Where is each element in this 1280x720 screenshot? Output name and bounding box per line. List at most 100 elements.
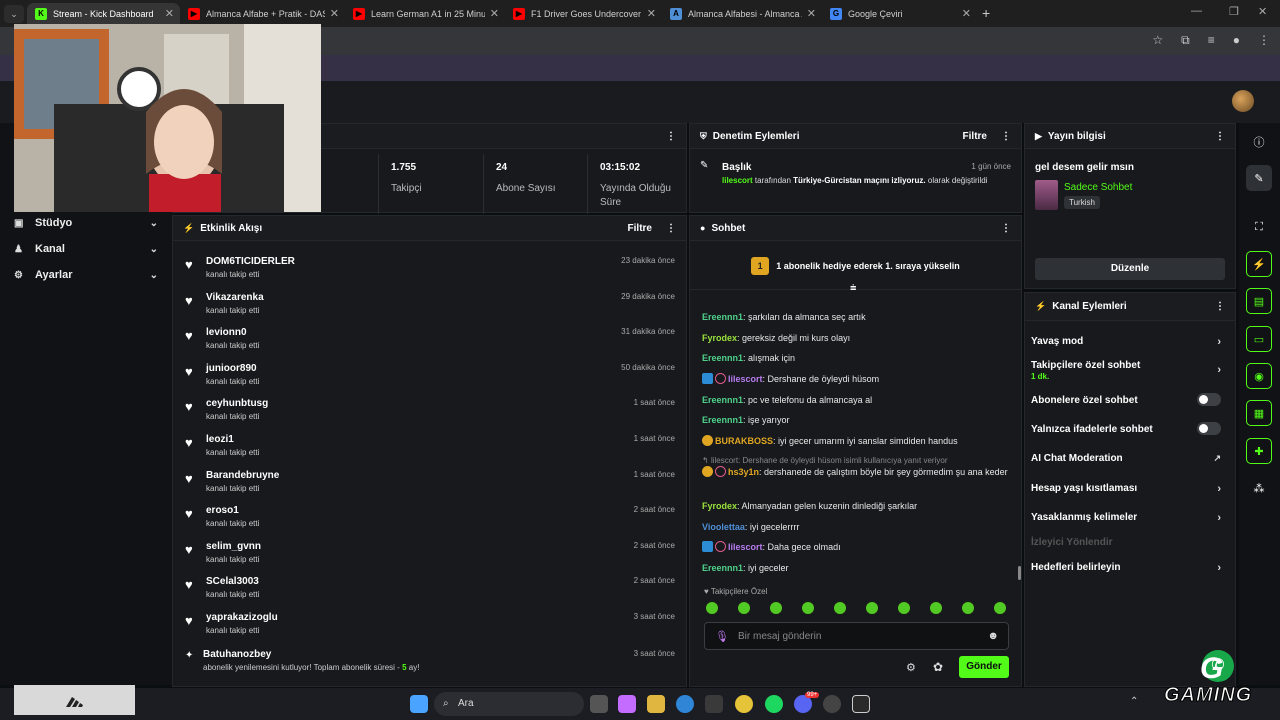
info-icon[interactable]: ⓘ bbox=[1246, 129, 1272, 155]
chat-username[interactable]: Ereennn1 bbox=[702, 415, 743, 425]
maximize-icon[interactable]: ❐ bbox=[1229, 5, 1239, 18]
broadcast-icon[interactable]: ◉ bbox=[1246, 363, 1272, 389]
emote-icon[interactable] bbox=[834, 602, 846, 614]
nav-item-studio[interactable]: ▣ Stüdyo ⌄ bbox=[14, 213, 164, 233]
more-options-icon[interactable]: ⋮ bbox=[666, 223, 676, 234]
browser-tab[interactable]: K Stream - Kick Dashboard ✕ bbox=[27, 3, 180, 25]
tab-close-icon[interactable]: ✕ bbox=[807, 7, 816, 20]
layout-icon[interactable]: ▦ bbox=[1246, 400, 1272, 426]
chat-username[interactable]: Fyrodex bbox=[702, 333, 737, 343]
more-options-icon[interactable]: ⋮ bbox=[1001, 131, 1011, 142]
chat-username[interactable]: Ereennn1 bbox=[702, 353, 743, 363]
emote-icon[interactable] bbox=[866, 602, 878, 614]
slow-mode-row[interactable]: Yavaş mod › bbox=[1031, 336, 1221, 348]
chat-username[interactable]: Ereennn1 bbox=[702, 312, 743, 322]
chat-username[interactable]: BURAKBOSS bbox=[715, 436, 773, 446]
nav-item-channel[interactable]: ♟ Kanal ⌄ bbox=[14, 239, 164, 259]
ai-moderation-row[interactable]: AI Chat Moderation ↗ bbox=[1031, 453, 1221, 464]
user-avatar[interactable] bbox=[1232, 90, 1254, 112]
nav-item-settings[interactable]: ⚙ Ayarlar ⌄ bbox=[14, 265, 164, 285]
more-options-icon[interactable]: ⋮ bbox=[1001, 223, 1011, 234]
taskbar-search[interactable]: ⌕ Ara bbox=[434, 692, 584, 716]
pinned-collapse-icon[interactable]: ⩧ bbox=[850, 282, 856, 295]
emote-icon[interactable] bbox=[738, 602, 750, 614]
browser-tab[interactable]: ▶ Almanca Alfabe + Pratik - DAS ✕ bbox=[180, 3, 345, 25]
task-view-icon[interactable] bbox=[590, 695, 608, 713]
tray-chevron-up-icon[interactable]: ⌃ bbox=[1130, 696, 1138, 707]
chat-username[interactable]: Ereennn1 bbox=[702, 563, 743, 573]
activity-filter-button[interactable]: Filtre bbox=[628, 223, 652, 234]
browser-tab[interactable]: A Almanca Alfabesi - Almanca Alf ✕ bbox=[662, 3, 822, 25]
emote-icon[interactable] bbox=[898, 602, 910, 614]
minimize-icon[interactable]: — bbox=[1191, 5, 1202, 17]
wrench-icon[interactable]: ✚ bbox=[1246, 438, 1272, 464]
banned-words-row[interactable]: Yasaklanmış kelimeler › bbox=[1031, 512, 1221, 524]
browser-tab[interactable]: G Google Çeviri ✕ bbox=[822, 3, 977, 25]
emote-icon[interactable] bbox=[994, 602, 1006, 614]
tab-close-icon[interactable]: ✕ bbox=[165, 7, 174, 20]
obs-icon[interactable] bbox=[823, 695, 841, 713]
chat-username[interactable]: Vioolettaa bbox=[702, 522, 745, 532]
emote-picker-icon[interactable]: ✿ bbox=[933, 660, 943, 674]
emote-icon[interactable] bbox=[706, 602, 718, 614]
emote-icon[interactable] bbox=[962, 602, 974, 614]
microphone-icon[interactable]: 🎙 bbox=[715, 630, 729, 643]
chat-username[interactable]: lilescort bbox=[728, 542, 763, 552]
window-close-icon[interactable]: ✕ bbox=[1258, 5, 1267, 18]
chat-username[interactable]: lilescort bbox=[728, 374, 763, 384]
store-icon[interactable] bbox=[705, 695, 723, 713]
edit-stream-button[interactable]: Düzenle bbox=[1035, 258, 1225, 280]
chat-icon[interactable]: ▭ bbox=[1246, 326, 1272, 352]
moderation-value: Türkiye-Gürcistan maçını izliyoruz. bbox=[793, 176, 926, 185]
tab-close-icon[interactable]: ✕ bbox=[962, 7, 971, 20]
send-button[interactable]: Gönder bbox=[959, 656, 1009, 678]
chat-username[interactable]: Fyrodex bbox=[702, 501, 737, 511]
feed-description: kanalı takip etti bbox=[206, 626, 260, 635]
document-icon[interactable]: ▤ bbox=[1246, 288, 1272, 314]
followers-chat-row[interactable]: Takipçilere özel sohbet 1 dk. › bbox=[1031, 360, 1221, 382]
browser-menu-icon[interactable]: ⋮ bbox=[1258, 33, 1270, 48]
more-options-icon[interactable]: ⋮ bbox=[1215, 131, 1225, 142]
chat-username[interactable]: Ereennn1 bbox=[702, 395, 743, 405]
extensions-puzzle-icon[interactable]: ⧉ bbox=[1181, 33, 1190, 48]
chat-username[interactable]: hs3y1n bbox=[728, 467, 759, 477]
tab-favicon-icon: ▶ bbox=[188, 8, 200, 20]
focus-frame-icon[interactable]: ⛶ bbox=[1246, 214, 1272, 240]
new-tab-plus-icon[interactable]: + bbox=[982, 5, 990, 21]
emote-icon[interactable] bbox=[802, 602, 814, 614]
account-age-row[interactable]: Hesap yaşı kısıtlaması › bbox=[1031, 483, 1221, 495]
profile-icon[interactable]: ● bbox=[1233, 33, 1240, 48]
set-goals-row[interactable]: Hedefleri belirleyin › bbox=[1031, 562, 1221, 574]
moderation-filter-button[interactable]: Filtre bbox=[963, 131, 987, 142]
windows-start-icon[interactable] bbox=[410, 695, 428, 713]
tab-close-icon[interactable]: ✕ bbox=[647, 7, 656, 20]
tab-favicon-icon: ▶ bbox=[513, 8, 525, 20]
emote-chat-toggle[interactable] bbox=[1197, 422, 1221, 435]
tab-close-icon[interactable]: ✕ bbox=[330, 7, 339, 20]
tab-list-chevron-icon[interactable]: ⌄ bbox=[4, 4, 24, 23]
browser-tab[interactable]: ▶ F1 Driver Goes Undercover in A ✕ bbox=[505, 3, 662, 25]
tab-close-icon[interactable]: ✕ bbox=[490, 7, 499, 20]
lightning-icon[interactable]: ⚡ bbox=[1246, 251, 1272, 277]
chat-scrollbar[interactable] bbox=[1018, 566, 1021, 580]
copilot-icon[interactable] bbox=[618, 695, 636, 713]
widgets-icon[interactable]: ⁂ bbox=[1246, 475, 1272, 501]
spotify-icon[interactable] bbox=[765, 695, 783, 713]
chat-input[interactable]: 🎙 Bir mesaj gönderin ☻ bbox=[704, 622, 1009, 650]
subs-chat-toggle[interactable] bbox=[1197, 393, 1221, 406]
emote-icon[interactable] bbox=[770, 602, 782, 614]
stream-category[interactable]: Sadece Sohbet bbox=[1064, 182, 1132, 193]
browser-tab[interactable]: ▶ Learn German A1 in 25 Minute ✕ bbox=[345, 3, 505, 25]
chrome-icon[interactable] bbox=[735, 695, 753, 713]
chat-settings-gear-icon[interactable]: ⚙ bbox=[906, 661, 916, 674]
file-explorer-icon[interactable] bbox=[647, 695, 665, 713]
more-options-icon[interactable]: ⋮ bbox=[1215, 301, 1225, 312]
g-app-icon[interactable] bbox=[852, 695, 870, 713]
edge-icon[interactable] bbox=[676, 695, 694, 713]
emoji-icon[interactable]: ☻ bbox=[987, 630, 999, 642]
edit-pencil-icon[interactable]: ✎ bbox=[1246, 165, 1272, 191]
media-queue-icon[interactable]: ≡ bbox=[1208, 33, 1215, 48]
more-options-icon[interactable]: ⋮ bbox=[666, 131, 676, 142]
bookmark-star-icon[interactable]: ☆ bbox=[1152, 33, 1163, 48]
emote-icon[interactable] bbox=[930, 602, 942, 614]
